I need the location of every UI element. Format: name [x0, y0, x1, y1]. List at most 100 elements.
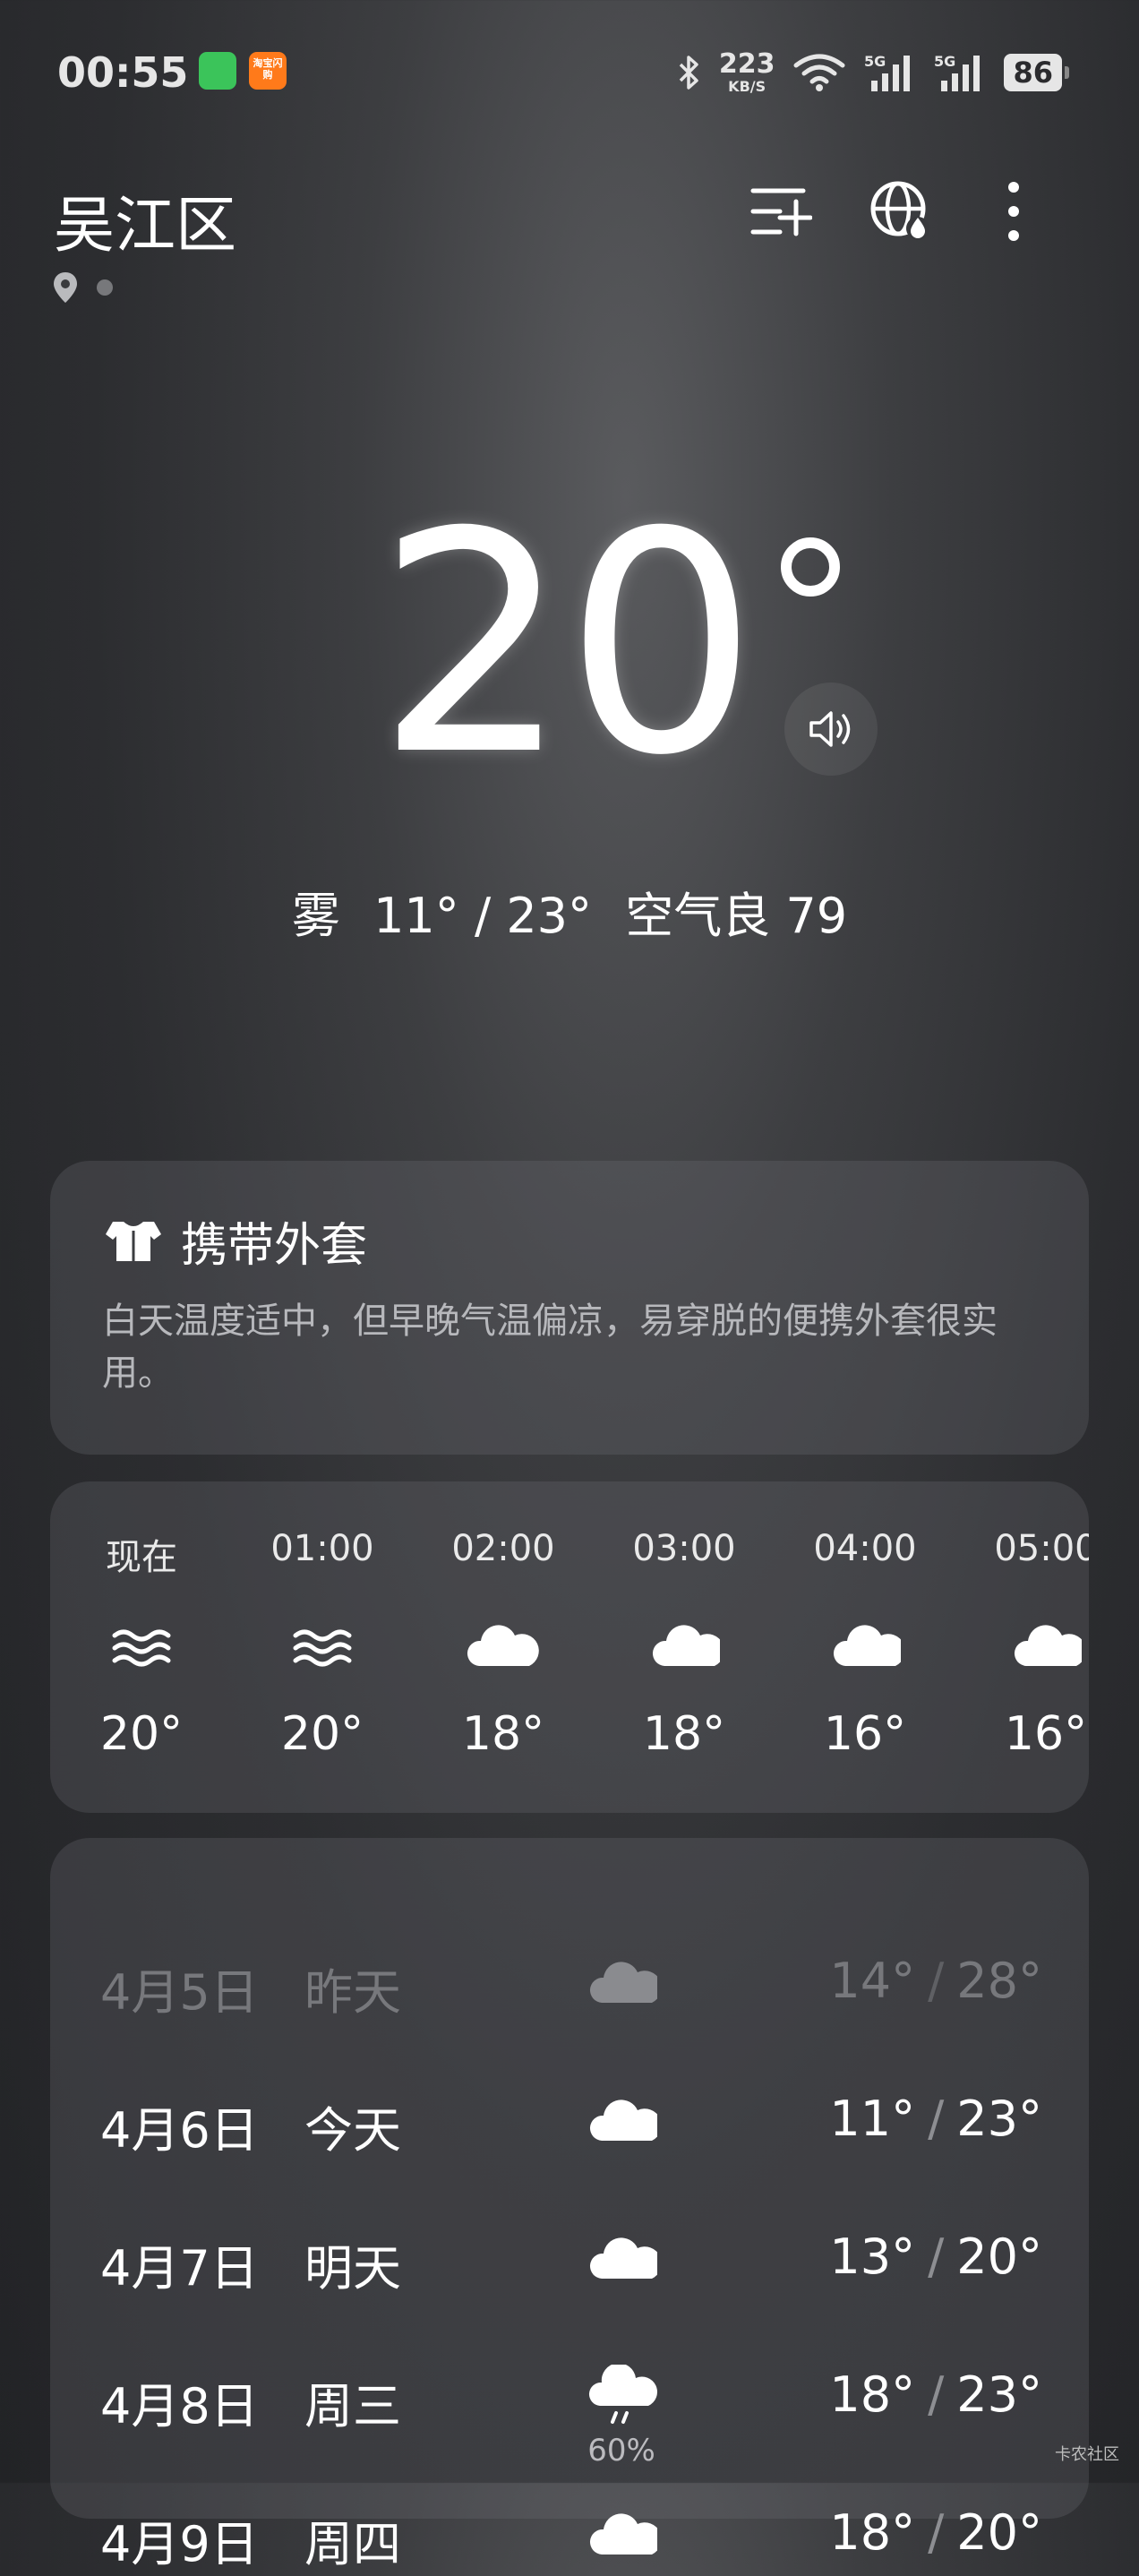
cloudy-night-icon — [467, 1621, 539, 1666]
hour-time: 05:00 — [994, 1528, 1089, 1569]
sim2-label: 5G — [934, 53, 955, 70]
fog-icon — [293, 1629, 352, 1667]
watermark: 卡农社区 — [1055, 2445, 1119, 2464]
bluetooth-icon — [679, 56, 698, 90]
network-speed: 223 KB/S — [719, 51, 775, 94]
city-name[interactable]: 吴江区 — [54, 176, 236, 264]
hourly-item[interactable]: 02:00 18° — [414, 1481, 593, 1813]
hour-weather-icon — [775, 1614, 955, 1686]
day-weather-icon — [578, 2089, 664, 2160]
day-date: 4月9日 — [100, 2516, 259, 2572]
cloud-icon — [589, 2099, 657, 2141]
temp-separator: / — [928, 2091, 945, 2147]
temp-separator: / — [928, 2228, 945, 2285]
day-weather-icon — [578, 2503, 664, 2574]
day-name: 昨天 — [304, 1964, 401, 2021]
temp-range: 11° / 23° — [373, 888, 593, 944]
hour-weather-icon — [52, 1614, 231, 1686]
hourly-item[interactable]: 05:00 16° — [956, 1481, 1089, 1813]
hour-temp: 18° — [642, 1707, 726, 1761]
hour-temp: 20° — [99, 1707, 184, 1761]
tip-description: 白天温度适中，但早晚气温偏凉，易穿脱的便携外套很实用。 — [102, 1301, 998, 1394]
day-high: 23° — [956, 2366, 1042, 2423]
voice-broadcast-button[interactable] — [784, 683, 878, 776]
day-date: 4月7日 — [100, 2240, 259, 2297]
daily-forecast-card[interactable]: 4月5日 昨天 14°/28° 4月6日 今天 11°/23° 4月7日 明天 13°/20° 4… — [50, 1838, 1089, 2572]
hour-temp: 18° — [461, 1707, 545, 1761]
day-temp-range: 11°/23° — [829, 2091, 1042, 2147]
wechat-notification-icon — [199, 52, 236, 90]
day-high: 28° — [956, 1953, 1042, 2009]
hourly-item[interactable]: 03:00 18° — [595, 1481, 774, 1813]
wifi-icon — [793, 54, 845, 91]
day-low: 18° — [829, 2504, 916, 2561]
rain-icon — [589, 2365, 657, 2424]
hourly-item[interactable]: 01:00 20° — [233, 1481, 412, 1813]
sim1-label: 5G — [864, 53, 886, 70]
battery-indicator: 86 — [1004, 54, 1069, 91]
daily-row[interactable]: 4月6日 今天 11°/23° — [50, 2073, 1089, 2162]
taobao-notification-icon: 淘宝闪购 — [249, 52, 287, 90]
condition-text: 雾 — [291, 888, 340, 944]
status-indicators: 223 KB/S 5G 5G 86 — [678, 48, 1069, 97]
jacket-icon — [106, 1221, 161, 1261]
day-temp-range: 18°/23° — [829, 2366, 1042, 2423]
network-speed-value: 223 — [718, 48, 775, 80]
signal-sim2-icon: 5G — [934, 53, 981, 91]
network-speed-unit: KB/S — [728, 78, 766, 95]
hourly-item[interactable]: 04:00 16° — [775, 1481, 955, 1813]
hour-time: 02:00 — [451, 1528, 555, 1569]
day-date: 4月6日 — [100, 2102, 259, 2159]
world-weather-button[interactable] — [865, 176, 937, 247]
add-city-icon — [750, 188, 812, 236]
status-bar: 00:55 淘宝闪购 223 KB/S 5G 5G 86 — [0, 0, 1139, 152]
hourly-forecast-card[interactable]: 现在 20° 01:00 20° 02:00 18° 03:00 18° 04:00 16° 05:… — [50, 1481, 1089, 1813]
hour-time: 03:00 — [632, 1528, 736, 1569]
hourly-item[interactable]: 现在 20° — [52, 1481, 231, 1813]
day-temp-range: 14°/28° — [829, 1953, 1042, 2009]
current-temperature: 20 — [376, 468, 758, 822]
day-date: 4月5日 — [100, 1964, 259, 2021]
signal-sim1-icon: 5G — [864, 53, 911, 91]
cloud-icon — [1014, 1625, 1082, 1666]
day-name: 明天 — [304, 2240, 401, 2297]
day-weather-icon — [578, 2365, 664, 2436]
hour-time: 04:00 — [813, 1528, 917, 1569]
precip-probability: 60% — [587, 2433, 655, 2469]
day-temp-range: 13°/20° — [829, 2228, 1042, 2285]
day-date: 4月8日 — [100, 2378, 259, 2434]
clothing-tip-card[interactable]: 携带外套 白天温度适中，但早晚气温偏凉，易穿脱的便携外套很实用。 — [50, 1161, 1089, 1455]
day-weather-icon — [578, 2227, 664, 2298]
more-menu-button[interactable] — [978, 176, 1049, 247]
hour-time: 现在 — [106, 1537, 177, 1578]
daily-row[interactable]: 4月7日 明天 13°/20° — [50, 2211, 1089, 2300]
day-temp-range: 18°/20° — [829, 2504, 1042, 2561]
hour-temp: 20° — [280, 1707, 364, 1761]
cloud-icon — [652, 1625, 720, 1666]
hour-temp: 16° — [1004, 1707, 1088, 1761]
cloud-icon — [833, 1625, 901, 1666]
day-low: 14° — [829, 1953, 916, 2009]
air-quality[interactable]: 空气良 79 — [625, 888, 847, 944]
city-page-indicator — [52, 270, 113, 305]
daily-row[interactable]: 4月9日 周四 18°/20° — [50, 2486, 1089, 2576]
hour-weather-icon — [414, 1614, 593, 1686]
day-high: 20° — [956, 2504, 1042, 2561]
tip-title-text: 携带外套 — [181, 1219, 368, 1273]
temp-separator: / — [928, 2504, 945, 2561]
daily-row[interactable]: 4月8日 周三 60% 18°/23° — [50, 2348, 1089, 2469]
add-city-button[interactable] — [745, 176, 817, 247]
cloud-icon — [589, 1962, 657, 2003]
location-pin-icon — [54, 272, 77, 303]
hour-temp: 16° — [823, 1707, 907, 1761]
temp-separator: / — [928, 1953, 945, 2009]
day-low: 11° — [829, 2091, 916, 2147]
cloud-icon — [589, 2237, 657, 2279]
tip-title: 携带外套 — [104, 1207, 367, 1275]
cloud-icon — [589, 2513, 657, 2555]
globe-icon — [870, 181, 929, 240]
fog-icon — [112, 1629, 171, 1667]
daily-row[interactable]: 4月5日 昨天 14°/28° — [50, 1935, 1089, 2024]
day-name: 周三 — [304, 2378, 401, 2434]
page-dot — [97, 279, 113, 296]
